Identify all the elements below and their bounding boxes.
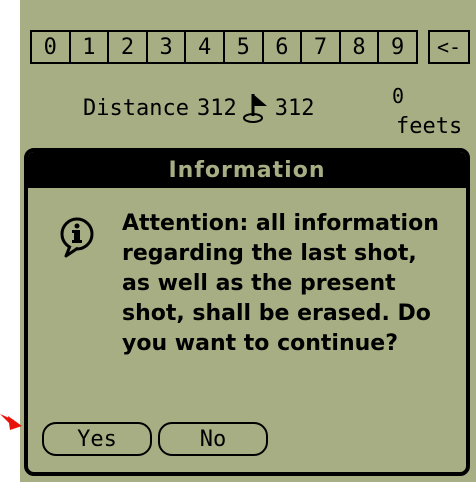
key-1[interactable]: 1 — [71, 32, 110, 62]
key-0[interactable]: 0 — [32, 32, 71, 62]
distance-unit: feets — [396, 114, 463, 139]
distance-row: Distance 312 312 — [83, 92, 322, 124]
distance-label: Distance — [83, 95, 189, 121]
key-2[interactable]: 2 — [109, 32, 148, 62]
flag-icon — [242, 94, 267, 123]
key-5[interactable]: 5 — [225, 32, 264, 62]
dialog-title: Information — [28, 152, 466, 188]
zero-count: 0 — [392, 84, 405, 108]
number-keypad: 0 1 2 3 4 5 6 7 8 9 — [30, 30, 418, 64]
key-7[interactable]: 7 — [302, 32, 341, 62]
key-9[interactable]: 9 — [379, 32, 416, 62]
yes-button[interactable]: Yes — [42, 422, 152, 456]
information-dialog: Information Attention: all information r… — [24, 148, 470, 476]
arrow-icon — [0, 414, 22, 430]
key-6[interactable]: 6 — [264, 32, 303, 62]
key-8[interactable]: 8 — [341, 32, 380, 62]
distance-value-right: 312 — [274, 95, 315, 121]
no-button[interactable]: No — [158, 422, 268, 456]
key-3[interactable]: 3 — [148, 32, 187, 62]
info-icon — [60, 217, 94, 258]
backspace-key[interactable]: <- — [428, 30, 470, 64]
key-4[interactable]: 4 — [186, 32, 225, 62]
distance-value-left: 312 — [196, 95, 237, 121]
dialog-message: Attention: all information regarding the… — [122, 211, 439, 356]
